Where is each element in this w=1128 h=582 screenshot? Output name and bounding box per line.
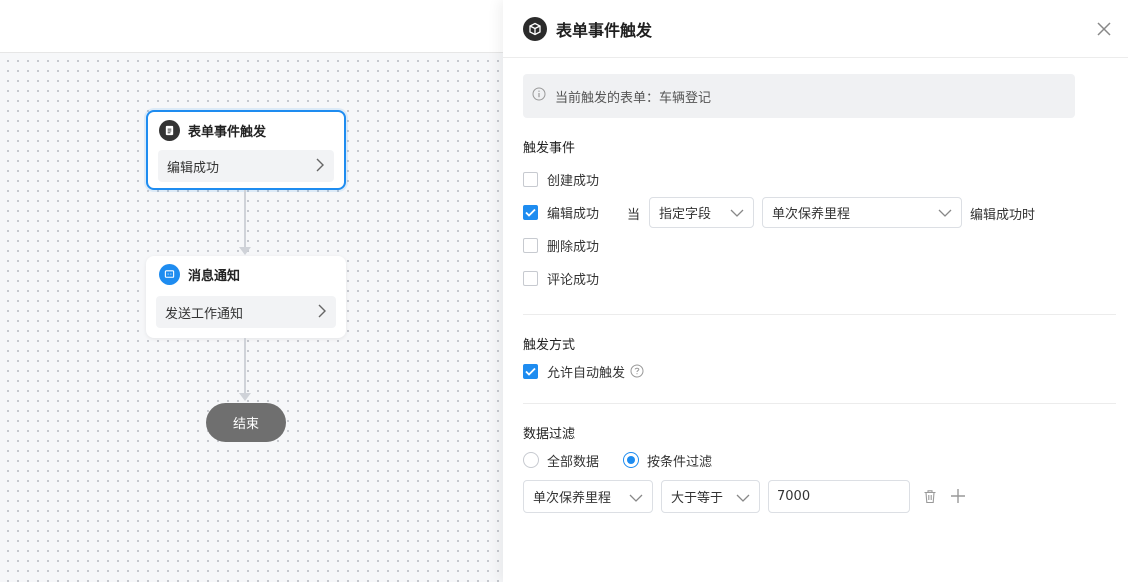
section-title-data-filter: 数据过滤 — [523, 427, 576, 442]
chevron-down-icon — [730, 207, 744, 222]
checkbox[interactable] — [523, 171, 538, 187]
chevron-right-icon — [316, 304, 328, 322]
trash-icon[interactable] — [921, 487, 939, 505]
form-icon — [159, 119, 180, 141]
connector-line — [244, 338, 246, 395]
help-icon[interactable] — [630, 364, 644, 378]
field-select[interactable]: 单次保养里程 — [762, 197, 962, 228]
info-box: 当前触发的表单：车辆登记 — [523, 74, 1075, 118]
chevron-down-icon — [736, 492, 750, 507]
checkbox-checked[interactable] — [523, 363, 538, 379]
config-panel: 表单事件触发 当前触发的表单：车辆登记 触发事件 创建成功 编辑成功 当 指定字… — [503, 0, 1128, 582]
radio-filter-by-condition[interactable]: 按条件过滤 — [623, 448, 712, 472]
trigger-node[interactable]: 表单事件触发 编辑成功 — [146, 110, 346, 190]
checkbox[interactable] — [523, 237, 538, 253]
notify-node-body[interactable]: 发送工作通知 — [156, 296, 336, 328]
trigger-node-body-text: 编辑成功 — [167, 160, 220, 176]
notify-node-body-text: 发送工作通知 — [165, 306, 244, 322]
message-icon — [159, 263, 180, 285]
connector-line — [244, 190, 246, 250]
info-icon — [532, 87, 546, 105]
filter-value-input[interactable] — [768, 480, 910, 513]
divider — [523, 314, 1116, 315]
notify-node[interactable]: 消息通知 发送工作通知 — [146, 256, 346, 338]
checkbox-create-success[interactable]: 创建成功 — [523, 167, 599, 191]
checkbox[interactable] — [523, 270, 538, 286]
close-icon[interactable] — [1092, 17, 1116, 41]
plus-icon[interactable] — [949, 487, 967, 505]
checkbox-comment-success[interactable]: 评论成功 — [523, 266, 599, 290]
checkbox-edit-success[interactable]: 编辑成功 — [523, 200, 599, 224]
panel-title: 表单事件触发 — [556, 20, 653, 40]
field-mode-select[interactable]: 指定字段 — [649, 197, 754, 228]
check-icon — [525, 367, 536, 376]
panel-header: 表单事件触发 — [503, 0, 1128, 58]
connector-arrow — [239, 247, 251, 255]
end-node-label: 结束 — [232, 417, 259, 432]
chevron-down-icon — [629, 492, 643, 507]
section-title-trigger-mode: 触发方式 — [523, 338, 576, 353]
cube-icon — [523, 16, 547, 41]
radio-button-selected[interactable] — [623, 452, 639, 468]
radio-button[interactable] — [523, 452, 539, 468]
flow-canvas[interactable]: 表单事件触发 编辑成功 消息通知 发送工作通知 结束 — [0, 53, 503, 582]
filter-field-select[interactable]: 单次保养里程 — [523, 480, 653, 513]
end-node[interactable]: 结束 — [206, 403, 286, 442]
chevron-down-icon — [938, 207, 952, 222]
checkbox-checked[interactable] — [523, 204, 538, 220]
info-text: 当前触发的表单：车辆登记 — [555, 90, 712, 106]
filter-operator-select[interactable]: 大于等于 — [661, 480, 760, 513]
trigger-node-body[interactable]: 编辑成功 — [158, 150, 334, 182]
check-icon — [525, 208, 536, 217]
checkbox-auto-trigger[interactable]: 允许自动触发 — [523, 359, 644, 383]
connector-arrow — [239, 393, 251, 401]
notify-node-title: 消息通知 — [188, 268, 241, 284]
checkbox-delete-success[interactable]: 删除成功 — [523, 233, 599, 257]
divider — [523, 403, 1116, 404]
chevron-right-icon — [314, 158, 326, 176]
trigger-node-title: 表单事件触发 — [188, 124, 267, 140]
section-title-trigger-events: 触发事件 — [523, 141, 576, 156]
when-label: 当 — [627, 208, 641, 223]
radio-all-data[interactable]: 全部数据 — [523, 448, 599, 472]
condition-suffix: 编辑成功时 — [970, 208, 1036, 223]
